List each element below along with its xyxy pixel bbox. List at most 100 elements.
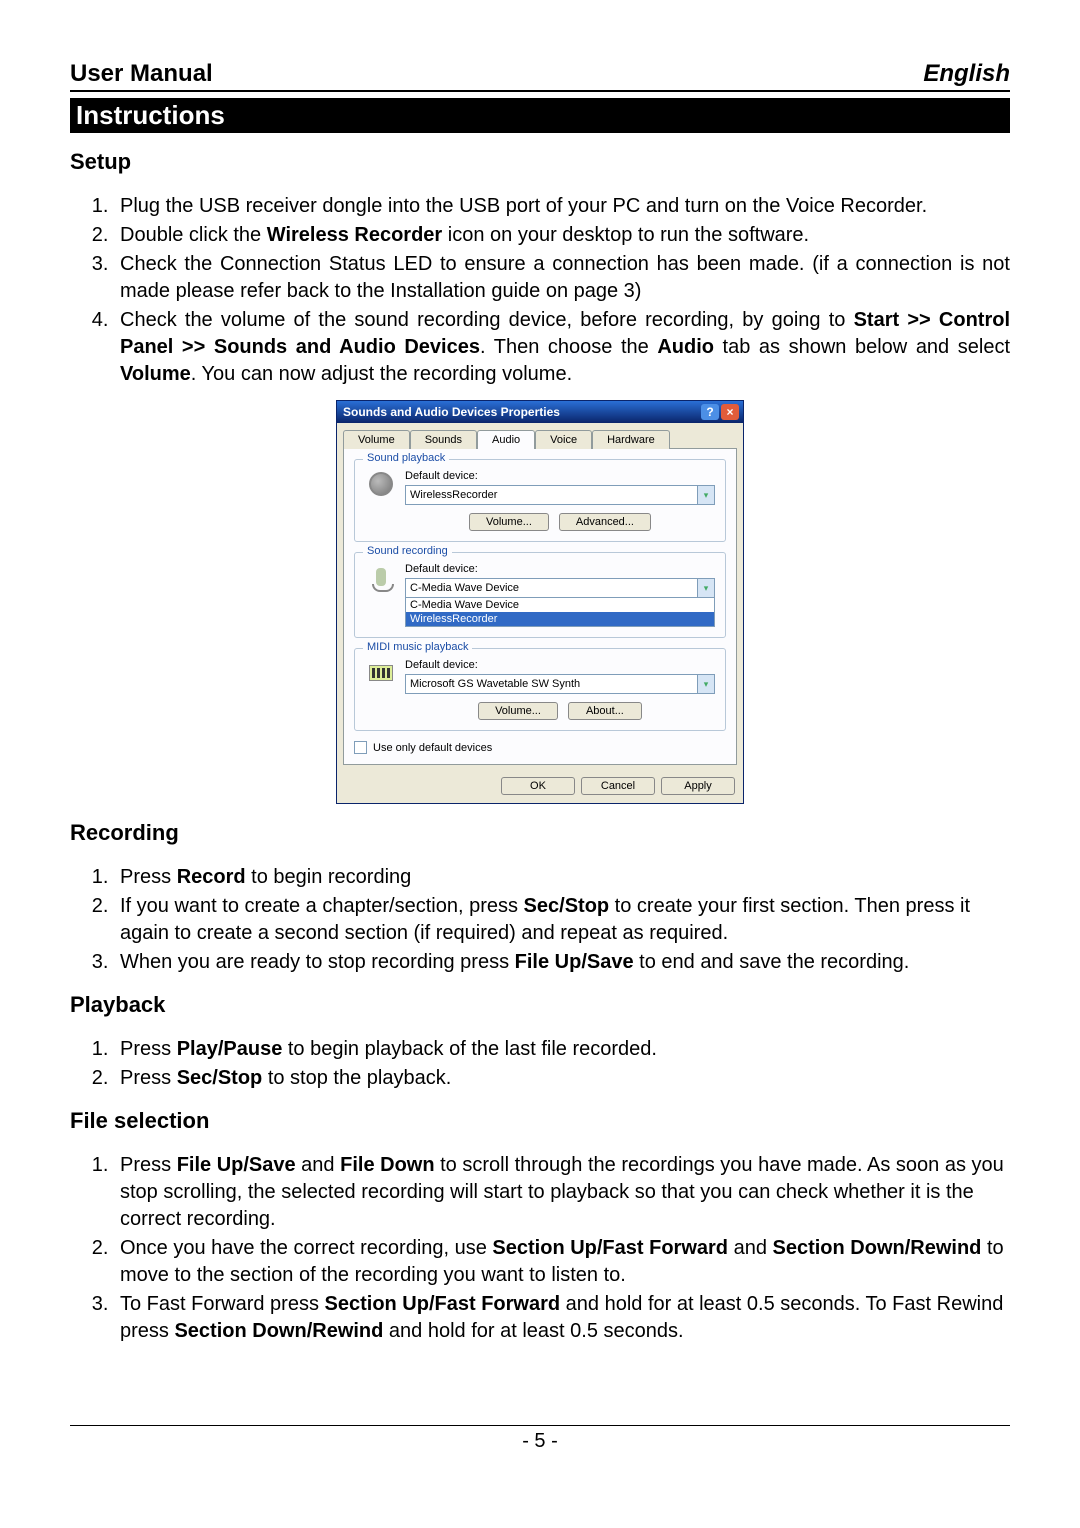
header-left: User Manual (70, 60, 213, 88)
header-right: English (923, 60, 1010, 88)
chevron-down-icon[interactable]: ▾ (697, 579, 714, 597)
volume-button[interactable]: Volume... (478, 702, 558, 720)
file-selection-list: Press File Up/Save and File Down to scro… (70, 1152, 1010, 1345)
list-item: Once you have the correct recording, use… (114, 1235, 1010, 1289)
text: and hold for at least 0.5 seconds. (383, 1320, 683, 1342)
text: Press (120, 1154, 177, 1176)
label-default-device: Default device: (405, 470, 715, 482)
advanced-button[interactable]: Advanced... (559, 513, 651, 531)
dialog-buttons: OK Cancel Apply (337, 771, 743, 803)
text: and (296, 1154, 340, 1176)
page-footer: - 5 - (70, 1425, 1010, 1453)
list-item: Press Play/Pause to begin playback of th… (114, 1036, 1010, 1063)
checkbox[interactable] (354, 741, 367, 754)
heading-playback: Playback (70, 992, 1010, 1018)
text: tab as shown below and select (714, 336, 1010, 358)
group-sound-playback: Sound playback Default device: WirelessR… (354, 459, 726, 542)
volume-button[interactable]: Volume... (469, 513, 549, 531)
about-button[interactable]: About... (568, 702, 642, 720)
apply-button[interactable]: Apply (661, 777, 735, 795)
recording-list: Press Record to begin recording If you w… (70, 864, 1010, 976)
text: If you want to create a chapter/section,… (120, 895, 524, 917)
microphone-icon (365, 561, 397, 593)
dropdown-value: Microsoft GS Wavetable SW Synth (406, 678, 697, 690)
text: Plug the USB receiver dongle into the US… (120, 195, 927, 217)
tab-hardware[interactable]: Hardware (592, 430, 670, 449)
sounds-audio-dialog: Sounds and Audio Devices Properties ? × … (336, 400, 744, 804)
group-midi-playback: MIDI music playback Default device: Micr… (354, 648, 726, 731)
speaker-icon (365, 468, 397, 500)
bold: Audio (657, 336, 714, 358)
list-item: Double click the Wireless Recorder icon … (114, 222, 1010, 249)
text: Press (120, 866, 177, 888)
group-title: MIDI music playback (363, 641, 472, 653)
list-item: Press File Up/Save and File Down to scro… (114, 1152, 1010, 1233)
titlebar[interactable]: Sounds and Audio Devices Properties ? × (337, 401, 743, 423)
tab-body: Sound playback Default device: WirelessR… (343, 448, 737, 765)
bold: File Down (340, 1154, 434, 1176)
text: To Fast Forward press (120, 1293, 325, 1315)
group-title: Sound recording (363, 545, 452, 557)
text: to begin playback of the last file recor… (282, 1038, 657, 1060)
list-item: When you are ready to stop recording pre… (114, 949, 1010, 976)
titlebar-buttons: ? × (701, 404, 739, 420)
help-icon[interactable]: ? (701, 404, 719, 420)
cancel-button[interactable]: Cancel (581, 777, 655, 795)
option[interactable]: C-Media Wave Device (406, 598, 714, 612)
tab-sounds[interactable]: Sounds (410, 430, 477, 449)
text: to stop the playback. (262, 1067, 451, 1089)
header-row: User Manual English (70, 60, 1010, 92)
tab-strip: Volume Sounds Audio Voice Hardware (337, 423, 743, 448)
chevron-down-icon[interactable]: ▾ (697, 675, 714, 693)
recording-device-dropdown[interactable]: C-Media Wave Device ▾ (405, 578, 715, 598)
close-icon[interactable]: × (721, 404, 739, 420)
dialog-wrap: Sounds and Audio Devices Properties ? × … (70, 400, 1010, 804)
text: . Then choose the (480, 336, 657, 358)
label-default-device: Default device: (405, 563, 715, 575)
text: Check the Connection Status LED to ensur… (120, 253, 1010, 302)
bold: Section Down/Rewind (773, 1237, 982, 1259)
list-item: Press Record to begin recording (114, 864, 1010, 891)
text: and (728, 1237, 772, 1259)
group-title: Sound playback (363, 452, 449, 464)
bold: Sec/Stop (177, 1067, 263, 1089)
tab-voice[interactable]: Voice (535, 430, 592, 449)
label-default-device: Default device: (405, 659, 715, 671)
list-item: If you want to create a chapter/section,… (114, 893, 1010, 947)
chevron-down-icon[interactable]: ▾ (697, 486, 714, 504)
bold: File Up/Save (177, 1154, 296, 1176)
recording-device-options[interactable]: C-Media Wave Device WirelessRecorder (405, 598, 715, 627)
playback-list: Press Play/Pause to begin playback of th… (70, 1036, 1010, 1092)
bold: Volume (120, 363, 191, 385)
bold: Play/Pause (177, 1038, 283, 1060)
dropdown-value: C-Media Wave Device (406, 582, 697, 594)
list-item: Check the Connection Status LED to ensur… (114, 251, 1010, 305)
list-item: To Fast Forward press Section Up/Fast Fo… (114, 1291, 1010, 1345)
tab-audio[interactable]: Audio (477, 430, 535, 449)
tab-volume[interactable]: Volume (343, 430, 410, 449)
group-sound-recording: Sound recording Default device: C-Media … (354, 552, 726, 638)
use-only-default-row[interactable]: Use only default devices (354, 741, 726, 754)
setup-list: Plug the USB receiver dongle into the US… (70, 193, 1010, 388)
midi-device-dropdown[interactable]: Microsoft GS Wavetable SW Synth ▾ (405, 674, 715, 694)
text: to end and save the recording. (634, 951, 910, 973)
bold: File Up/Save (515, 951, 634, 973)
text: When you are ready to stop recording pre… (120, 951, 515, 973)
heading-file-selection: File selection (70, 1108, 1010, 1134)
playback-device-dropdown[interactable]: WirelessRecorder ▾ (405, 485, 715, 505)
text: Once you have the correct recording, use (120, 1237, 492, 1259)
list-item: Plug the USB receiver dongle into the US… (114, 193, 1010, 220)
list-item: Check the volume of the sound recording … (114, 307, 1010, 388)
section-banner-instructions: Instructions (70, 98, 1010, 133)
midi-icon (365, 657, 397, 689)
bold: Section Down/Rewind (174, 1320, 383, 1342)
text: Check the volume of the sound recording … (120, 309, 854, 331)
list-item: Press Sec/Stop to stop the playback. (114, 1065, 1010, 1092)
bold: Sec/Stop (524, 895, 610, 917)
dropdown-value: WirelessRecorder (406, 489, 697, 501)
page: User Manual English Instructions Setup P… (0, 0, 1080, 1493)
ok-button[interactable]: OK (501, 777, 575, 795)
bold: Section Up/Fast Forward (325, 1293, 561, 1315)
text: to begin recording (246, 866, 412, 888)
option-selected[interactable]: WirelessRecorder (406, 612, 714, 626)
